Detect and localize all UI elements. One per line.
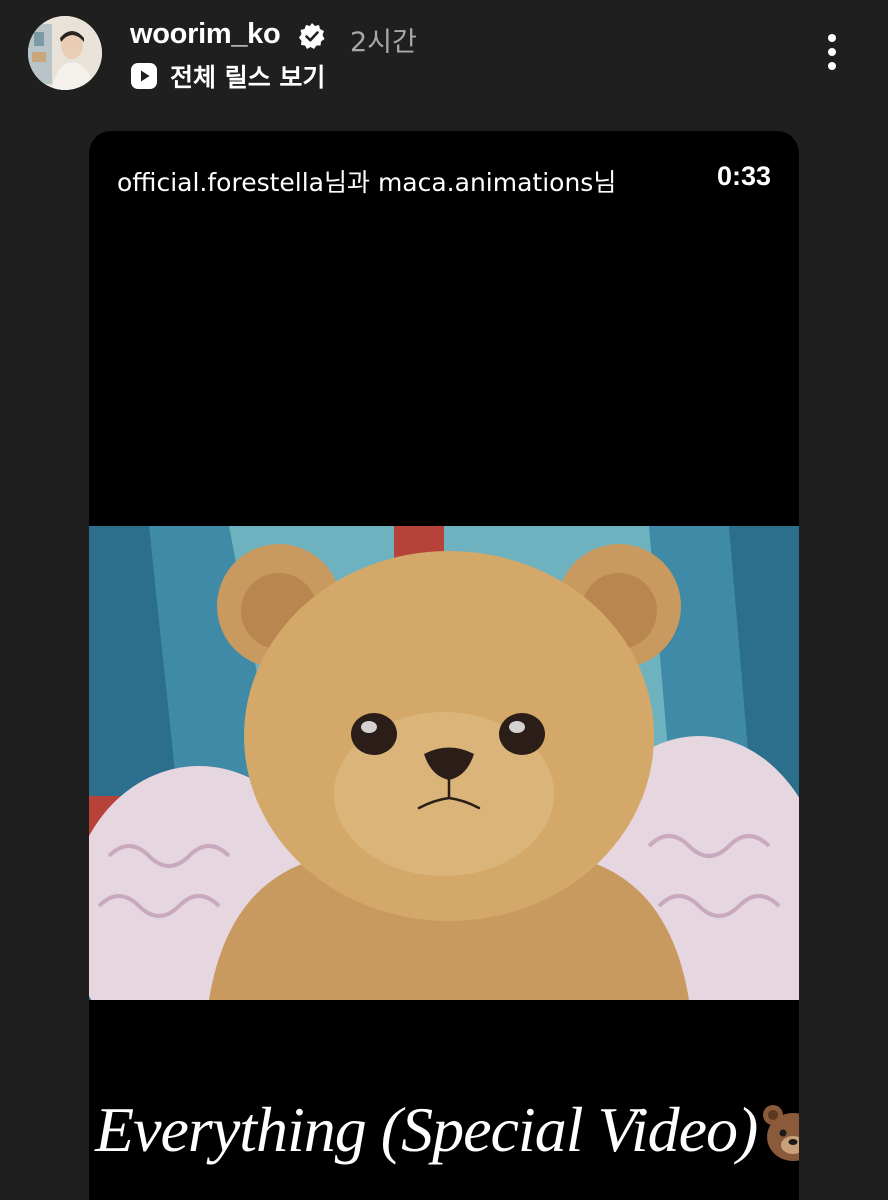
play-square-icon xyxy=(131,63,157,89)
view-all-reels-label: 전체 릴스 보기 xyxy=(170,63,326,92)
video-frame-teddy-bear xyxy=(89,526,799,1000)
post-header: woorim_ko 2시간 전체 릴스 보기 xyxy=(0,0,888,110)
more-vertical-icon[interactable] xyxy=(816,32,848,74)
verified-badge-icon xyxy=(299,23,325,49)
reel-video[interactable]: official.forestella님과 maca.animations님 0… xyxy=(89,131,799,1200)
bear-face-icon xyxy=(763,1105,799,1161)
avatar[interactable] xyxy=(28,16,102,90)
video-caption: Everything (Special Video) xyxy=(95,1094,758,1165)
video-duration: 0:33 xyxy=(716,161,771,191)
username[interactable]: woorim_ko xyxy=(130,18,281,51)
view-all-reels-link[interactable]: 전체 릴스 보기 xyxy=(130,60,325,92)
post-time: 2시간 xyxy=(350,27,417,58)
video-credits[interactable]: official.forestella님과 maca.animations님 xyxy=(117,163,616,199)
